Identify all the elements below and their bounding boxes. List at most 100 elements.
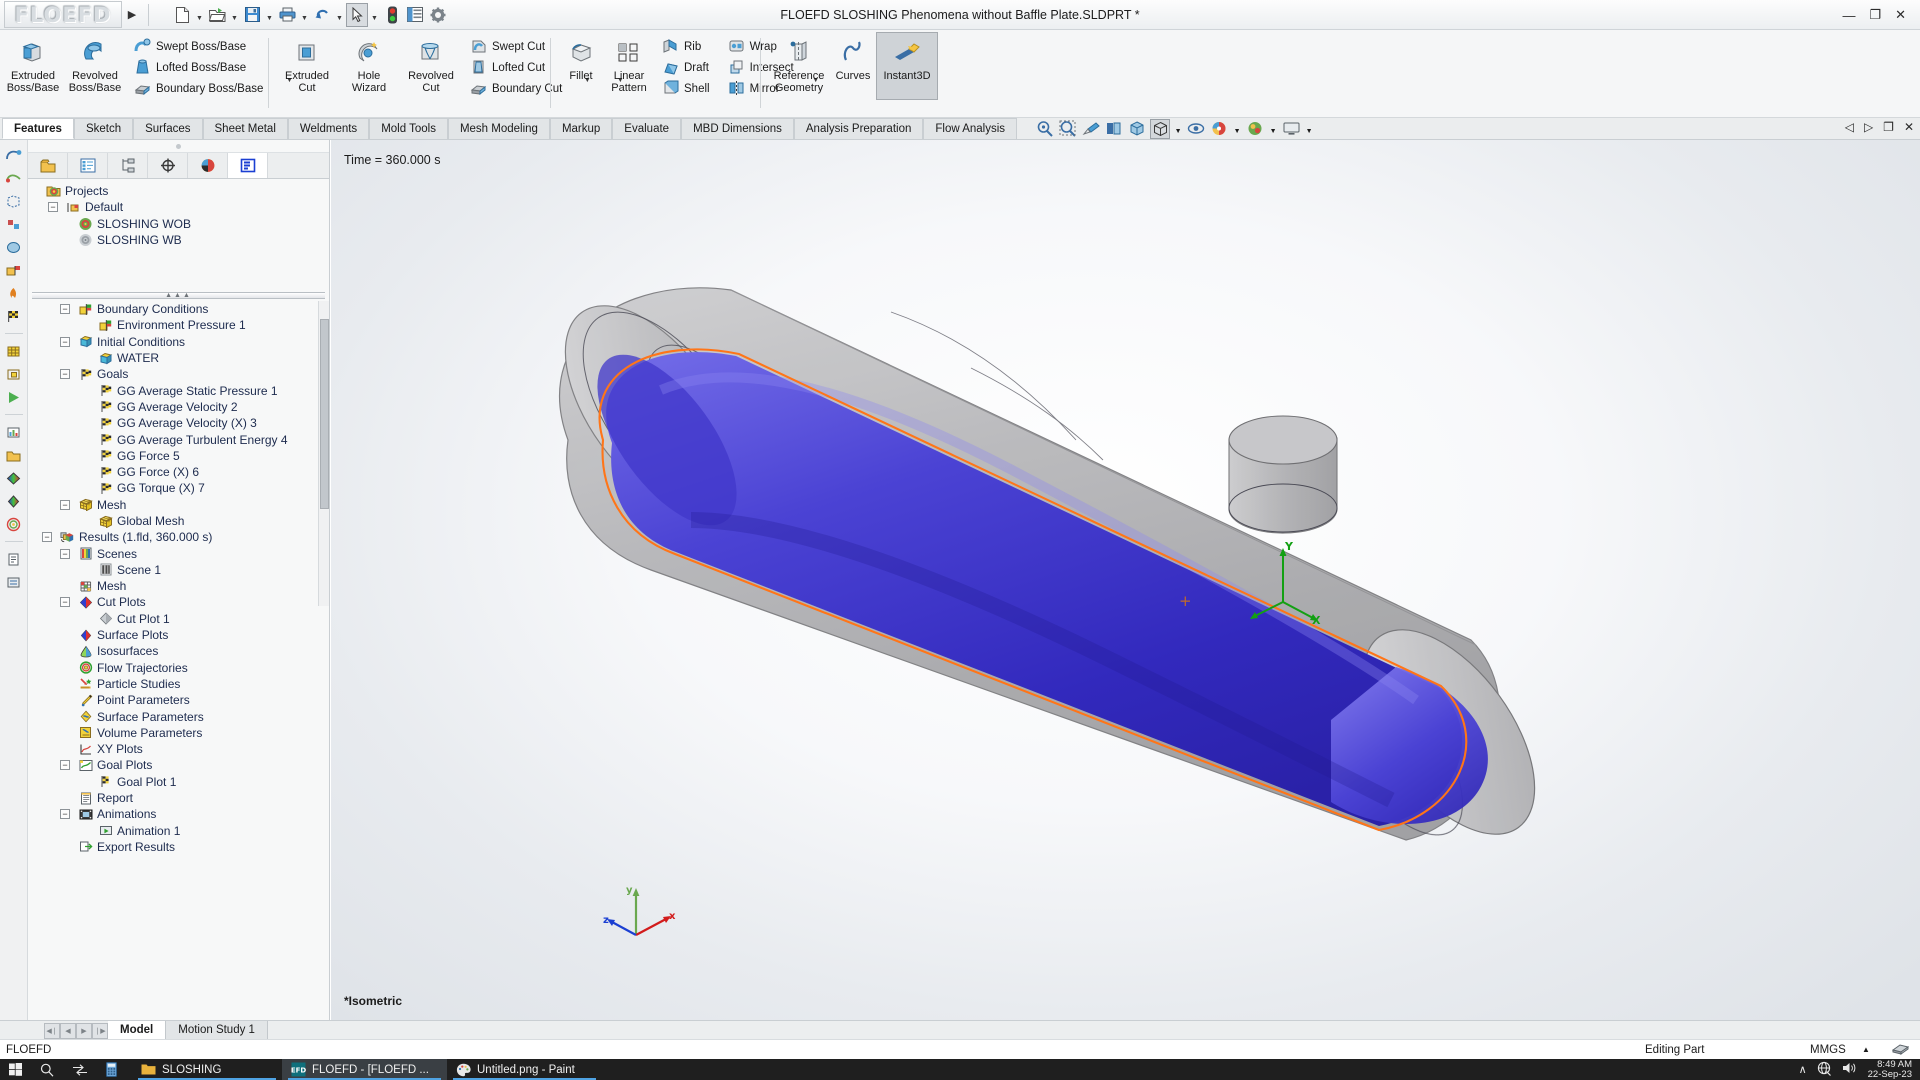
hide-show-items-icon[interactable] [1186,119,1206,139]
tree-item-surface-plots[interactable]: Surface Plots [28,627,329,643]
tree-item-sloshing-wob[interactable]: SLOSHING WOB [28,216,329,232]
tree-splitter[interactable]: ▲▲▲ [32,292,325,299]
mesh-settings-icon[interactable] [4,342,24,360]
linear-pattern-button[interactable]: Linear Pattern [604,32,654,95]
tab-analysis-preparation[interactable]: Analysis Preparation [793,118,924,139]
tree-item-sloshing-wb[interactable]: SLOSHING WB [28,232,329,248]
task-view-button[interactable] [63,1059,97,1080]
view-settings-icon[interactable] [1281,119,1301,139]
options-gear-button[interactable] [427,3,449,27]
section-view-icon[interactable] [1104,119,1124,139]
new-document-button[interactable] [171,3,193,27]
next-tab-button[interactable]: ▶ [76,1022,92,1039]
flow-project-wizard-icon[interactable] [4,146,24,164]
tree-item-mesh[interactable]: Mesh [28,578,329,594]
tree-item-surface-parameters[interactable]: Surface Parameters [28,708,329,724]
prev-tab-button[interactable]: ◀ [60,1022,76,1039]
open-document-caret-icon[interactable]: ▼ [229,3,240,27]
speaker-icon[interactable] [1842,1061,1858,1078]
status-units-caret-icon[interactable]: ▲ [1862,1045,1870,1054]
tree-scrollbar[interactable] [318,301,329,606]
tree-item-xy-plots[interactable]: XY Plots [28,741,329,757]
expand-menu-arrow-icon[interactable]: ▶ [122,1,142,28]
status-units[interactable]: MMGS [1810,1044,1846,1056]
view-orientation-icon[interactable] [1127,119,1147,139]
restore-doc-button[interactable]: ❐ [1883,120,1894,134]
boundary-cut-button[interactable]: Boundary Cut [464,79,568,99]
tab-surfaces[interactable]: Surfaces [133,118,203,139]
tab-sketch[interactable]: Sketch [73,118,134,139]
fluid-subdomain-icon[interactable] [4,238,24,256]
print-document-button[interactable] [276,3,298,27]
configuration-manager-tab[interactable] [108,153,148,178]
tree-item-report[interactable]: Report [28,790,329,806]
tray-expand-chevron-icon[interactable]: ∧ [1799,1063,1807,1076]
edit-appearance-caret-icon[interactable]: ▼ [1232,119,1242,139]
network-globe-icon[interactable] [1817,1061,1832,1079]
zoom-to-area-icon[interactable] [1058,119,1078,139]
tab-mold-tools[interactable]: Mold Tools [369,118,448,139]
next-doc-button[interactable]: ▷ [1864,120,1873,134]
tree-item-mesh[interactable]: − Mesh [28,497,329,513]
tree-item-animation-1[interactable]: Animation 1 [28,823,329,839]
tree-item-isosurfaces[interactable]: Isosurfaces [28,643,329,659]
tree-item-gg-average-static-pressure-1[interactable]: GG Average Static Pressure 1 [28,382,329,398]
bottom-tab-model[interactable]: Model [108,1021,167,1039]
open-document-button[interactable] [206,3,228,27]
heat-source-icon[interactable] [4,284,24,302]
previous-view-icon[interactable] [1081,119,1101,139]
tab-flow-analysis[interactable]: Flow Analysis [923,118,1018,139]
tree-item-goal-plots[interactable]: − Goal Plots [28,757,329,773]
fillet-button[interactable]: Fillet [558,32,604,83]
collapse-toggle-icon[interactable]: − [60,548,70,559]
revolved-boss-base-button[interactable]: Revolved Boss/Base [64,32,126,95]
boundary-condition-icon[interactable] [4,261,24,279]
taskbar-item-paint[interactable]: Untitled.png - Paint [447,1059,602,1080]
search-button[interactable] [31,1059,63,1080]
display-style-caret-icon[interactable]: ▼ [1173,119,1183,139]
tree-item-gg-force-5[interactable]: GG Force 5 [28,448,329,464]
units-settings-icon[interactable] [1891,1041,1910,1058]
revolved-cut-button[interactable]: Revolved Cut [400,32,462,95]
tank-model-3d[interactable]: + Y X y x z [331,140,1920,1020]
flow-trajectory-icon[interactable] [4,515,24,533]
tree-item-water[interactable]: WATER [28,350,329,366]
tab-weldments[interactable]: Weldments [287,118,370,139]
reference-geometry-button[interactable]: Reference Geometry [768,32,830,95]
panel-collapse-handle[interactable] [28,140,329,153]
hole-wizard-button[interactable]: Hole Wizard [338,32,400,95]
apply-scene-caret-icon[interactable]: ▼ [1268,119,1278,139]
undo-caret-icon[interactable]: ▼ [334,3,345,27]
taskbar-clock[interactable]: 8:49 AM 22-Sep-23 [1868,1059,1912,1080]
collapse-toggle-icon[interactable]: − [60,760,70,771]
tree-item-gg-average-velocity-x-3[interactable]: GG Average Velocity (X) 3 [28,415,329,431]
results-icon[interactable] [4,423,24,441]
display-panel-button[interactable] [404,3,426,27]
tree-scrollbar-thumb[interactable] [320,319,329,509]
component-control-icon[interactable] [4,215,24,233]
apply-scene-icon[interactable] [1245,119,1265,139]
swept-boss-base-button[interactable]: Swept Boss/Base [128,37,269,57]
extruded-cut-button[interactable]: Extruded Cut [276,32,338,95]
floefd-analysis-tree-tab[interactable] [228,153,268,178]
lofted-cut-button[interactable]: Lofted Cut [464,58,568,78]
goals-icon[interactable] [4,307,24,325]
report-icon[interactable] [4,550,24,568]
graphics-viewport[interactable]: Time = 360.000 s + Y X y x z *Isometric [331,140,1920,1020]
tree-item-results-1-fld-360-000-s[interactable]: − Results (1.fld, 360.000 s) [28,529,329,545]
save-document-button[interactable] [241,3,263,27]
collapse-toggle-icon[interactable]: − [60,597,70,608]
tree-item-scenes[interactable]: − Scenes [28,545,329,561]
tree-item-scene-1[interactable]: Scene 1 [28,562,329,578]
tree-item-animations[interactable]: − Animations [28,806,329,822]
boundary-boss-base-button[interactable]: Boundary Boss/Base [128,79,269,99]
first-tab-button[interactable]: ◀❘ [44,1022,60,1039]
select-tool-caret-icon[interactable]: ▼ [369,3,380,27]
tree-item-initial-conditions[interactable]: − Initial Conditions [28,334,329,350]
load-results-icon[interactable] [4,446,24,464]
lofted-boss-base-button[interactable]: Lofted Boss/Base [128,58,269,78]
new-document-caret-icon[interactable]: ▼ [194,3,205,27]
tree-item-gg-average-velocity-2[interactable]: GG Average Velocity 2 [28,399,329,415]
tree-item-gg-force-x-6[interactable]: GG Force (X) 6 [28,464,329,480]
taskbar-item-calculator[interactable] [97,1059,132,1080]
